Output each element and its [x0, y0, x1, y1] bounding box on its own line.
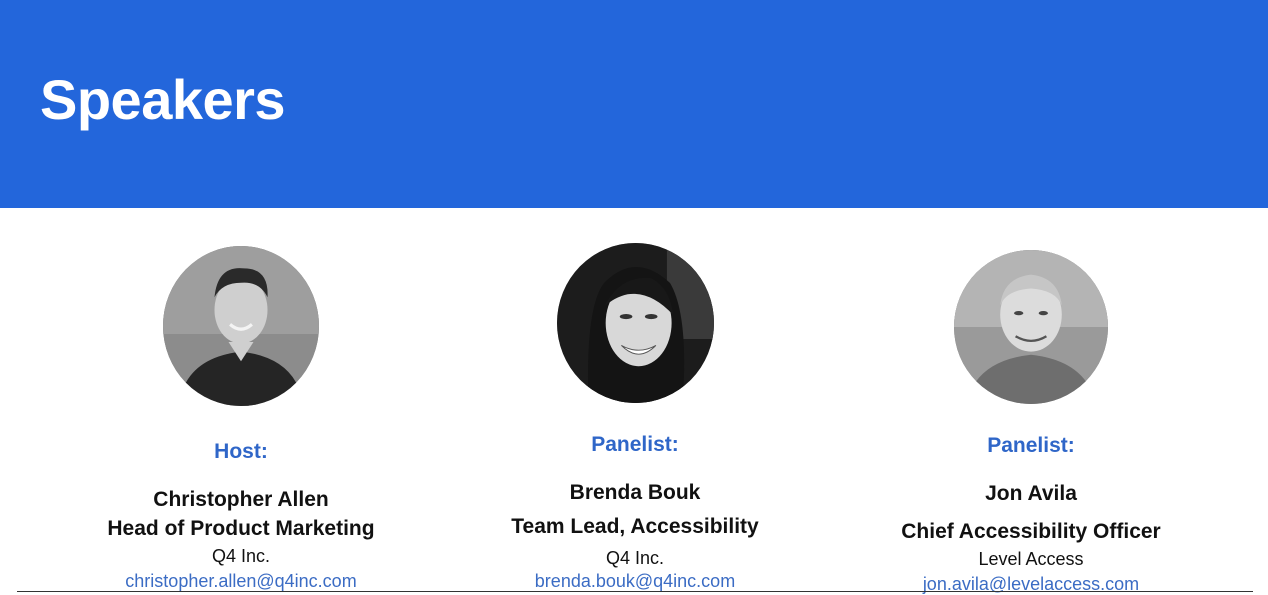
bottom-divider: [17, 591, 1253, 592]
speaker-title: Chief Accessibility Officer: [901, 520, 1161, 543]
speaker-role-label: Panelist:: [591, 433, 679, 456]
speaker-company: Level Access: [978, 549, 1084, 569]
header-banner: Speakers: [0, 0, 1268, 208]
speaker-title: Team Lead, Accessibility: [511, 515, 759, 538]
speaker-email-link[interactable]: christopher.allen@q4inc.com: [41, 571, 441, 592]
person-photo-icon: [557, 243, 714, 403]
person-photo-icon: [954, 250, 1108, 404]
speaker-photo: [557, 243, 714, 403]
speaker-name: Jon Avila: [985, 482, 1077, 505]
speaker-photo: [954, 250, 1108, 404]
speaker-name: Brenda Bouk: [569, 481, 701, 504]
speaker-email-link[interactable]: brenda.bouk@q4inc.com: [435, 571, 835, 592]
page-title: Speakers: [40, 68, 286, 131]
speaker-card-panelist-1: Panelist: Brenda Bouk Team Lead, Accessi…: [435, 208, 835, 593]
speaker-name: Christopher Allen: [153, 488, 329, 511]
speaker-card-host: Host: Christopher Allen Head of Product …: [41, 208, 441, 593]
speaker-company: Q4 Inc.: [211, 546, 271, 566]
speaker-card-panelist-2: Panelist: Jon Avila Chief Accessibility …: [831, 208, 1231, 594]
speaker-title: Head of Product Marketing: [107, 517, 375, 540]
speaker-role-label: Panelist:: [987, 434, 1075, 457]
speaker-photo: [163, 246, 319, 406]
speaker-role-label: Host:: [214, 440, 268, 463]
speaker-company: Q4 Inc.: [605, 548, 665, 568]
person-photo-icon: [163, 246, 319, 406]
